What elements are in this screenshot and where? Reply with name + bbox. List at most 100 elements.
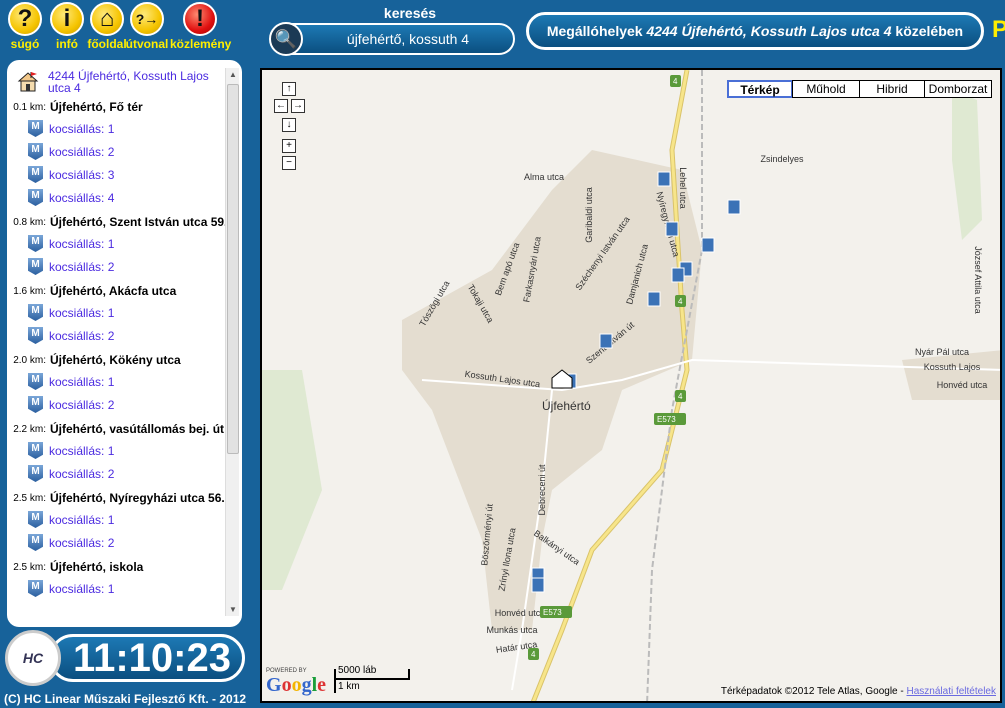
bay-item[interactable]: Mkocsiállás: 2	[7, 393, 229, 416]
scroll-thumb[interactable]	[227, 84, 239, 454]
road-shield-label: 4	[678, 392, 683, 401]
route-icon[interactable]: ?→	[130, 2, 164, 36]
origin-link[interactable]: 4244 Újfehértó, Kossuth Lajos utca 4	[48, 70, 229, 94]
stop-name: Újfehértó, Szent István utca 59.	[50, 215, 228, 229]
home-icon[interactable]: ⌂	[90, 2, 124, 36]
bay-link[interactable]: kocsiállás: 2	[49, 398, 114, 412]
title-place: 4244 Újfehértó, Kossuth Lajos utca 4	[646, 23, 892, 39]
bay-link[interactable]: kocsiállás: 1	[49, 444, 114, 458]
scale-ft: 5000 láb	[338, 665, 377, 676]
bus-stop-icon: M	[28, 373, 43, 390]
stop-item: 2.2 km: Újfehértó, vasútállomás bej. út	[7, 420, 229, 439]
zoom-in-icon[interactable]: +	[282, 139, 296, 153]
cut-off-text: P	[992, 16, 1005, 43]
pan-left-icon[interactable]: ←	[274, 99, 288, 113]
bus-stop-marker	[727, 199, 741, 215]
bay-link[interactable]: kocsiállás: 1	[49, 237, 114, 251]
pan-down-icon[interactable]: ↓	[282, 118, 296, 132]
bay-link[interactable]: kocsiállás: 2	[49, 467, 114, 481]
bay-item[interactable]: Mkocsiállás: 1	[7, 117, 229, 140]
stop-distance: 2.5 km:	[13, 562, 46, 573]
street-label: Debreceni út	[537, 464, 547, 516]
bay-link[interactable]: kocsiállás: 1	[49, 122, 114, 136]
road-shield-label: 4	[673, 77, 678, 86]
zoom-out-icon[interactable]: −	[282, 156, 296, 170]
bay-item[interactable]: Mkocsiállás: 1	[7, 577, 229, 600]
search-input[interactable]: újfehértő, kossuth 4	[303, 31, 513, 47]
stop-item: 2.5 km: Újfehértó, iskola	[7, 558, 229, 577]
bay-item[interactable]: Mkocsiállás: 3	[7, 163, 229, 186]
pan-right-icon[interactable]: →	[291, 99, 305, 113]
info-icon[interactable]: i	[50, 2, 84, 36]
stop-distance: 0.1 km:	[13, 102, 46, 113]
bus-stop-marker	[647, 291, 661, 307]
road-shield-label: 4	[531, 650, 536, 659]
bay-item[interactable]: Mkocsiállás: 1	[7, 370, 229, 393]
bay-item[interactable]: Mkocsiállás: 1	[7, 301, 229, 324]
map-type-3[interactable]: Domborzat	[924, 80, 992, 98]
bay-link[interactable]: kocsiállás: 2	[49, 329, 114, 343]
bus-stop-icon: M	[28, 143, 43, 160]
search-label: keresés	[383, 5, 437, 21]
bay-link[interactable]: kocsiállás: 2	[49, 145, 114, 159]
stop-item: 0.8 km: Újfehértó, Szent István utca 59.	[7, 213, 229, 232]
bay-link[interactable]: kocsiállás: 3	[49, 168, 114, 182]
bay-item[interactable]: Mkocsiállás: 2	[7, 462, 229, 485]
map-attribution: Térképadatok ©2012 Tele Atlas, Google - …	[721, 686, 996, 697]
stop-item: 1.6 km: Újfehértó, Akácfa utca	[7, 282, 229, 301]
bay-link[interactable]: kocsiállás: 1	[49, 513, 114, 527]
stop-name: Újfehértó, Kökény utca	[50, 353, 181, 367]
bus-stop-icon: M	[28, 396, 43, 413]
scroll-down-icon[interactable]: ▼	[226, 605, 240, 614]
bay-item[interactable]: Mkocsiállás: 2	[7, 140, 229, 163]
clock-time: 11:10:23	[49, 634, 245, 682]
bay-item[interactable]: Mkocsiállás: 2	[7, 531, 229, 554]
bay-link[interactable]: kocsiállás: 4	[49, 191, 114, 205]
street-label: Honvéd utca	[937, 380, 988, 390]
bay-item[interactable]: Mkocsiállás: 4	[7, 186, 229, 209]
bay-link[interactable]: kocsiállás: 2	[49, 536, 114, 550]
map-type-0[interactable]: Térkép	[727, 80, 793, 98]
map-type-2[interactable]: Hibrid	[859, 80, 925, 98]
toolbar-button-alert[interactable]: ! közlemény	[170, 2, 231, 51]
search-box[interactable]: 🔍 újfehértő, kossuth 4	[269, 22, 515, 56]
stop-distance: 2.5 km:	[13, 493, 46, 504]
stop-list-panel: 4244 Újfehértó, Kossuth Lajos utca 4 0.1…	[7, 60, 242, 627]
street-label: Alma utca	[524, 172, 564, 182]
origin-item[interactable]: 4244 Újfehértó, Kossuth Lajos utca 4	[7, 70, 229, 94]
bay-link[interactable]: kocsiállás: 1	[49, 582, 114, 596]
stop-name: Újfehértó, Nyíregyházi utca 56.	[50, 491, 225, 505]
stop-distance: 1.6 km:	[13, 286, 46, 297]
bay-link[interactable]: kocsiállás: 2	[49, 260, 114, 274]
alert-icon[interactable]: !	[183, 2, 217, 36]
home-flag-icon	[17, 70, 39, 92]
road-shield-label: E573	[657, 415, 676, 424]
help-icon[interactable]: ?	[8, 2, 42, 36]
bus-stop-icon: M	[28, 120, 43, 137]
bus-stop-marker	[599, 333, 613, 349]
bay-link[interactable]: kocsiállás: 1	[49, 375, 114, 389]
pan-up-icon[interactable]: ↑	[282, 82, 296, 96]
scrollbar[interactable]: ▲ ▼	[225, 68, 239, 616]
bay-item[interactable]: Mkocsiállás: 2	[7, 255, 229, 278]
map-type-control: Térkép Műhold Hibrid Domborzat	[727, 80, 992, 98]
stop-name: Újfehértó, Akácfa utca	[50, 284, 177, 298]
magnifier-icon[interactable]: 🔍	[269, 22, 303, 56]
street-label: József Attila utca	[973, 246, 983, 314]
scroll-up-icon[interactable]: ▲	[226, 70, 240, 79]
toolbar-button-route[interactable]: ?→ útvonal	[126, 2, 168, 51]
map[interactable]: Újfehértó Zsindelyes Alma utca Lehel utca Ny…	[260, 68, 1002, 703]
bay-link[interactable]: kocsiállás: 1	[49, 306, 114, 320]
clock-widget: HC 11:10:23	[5, 630, 245, 686]
bay-item[interactable]: Mkocsiállás: 1	[7, 232, 229, 255]
terms-link[interactable]: Használati feltételek	[907, 686, 997, 697]
stop-name: Újfehértó, Fő tér	[50, 100, 143, 114]
bay-item[interactable]: Mkocsiállás: 1	[7, 439, 229, 462]
bay-item[interactable]: Mkocsiállás: 2	[7, 324, 229, 347]
map-canvas[interactable]: Újfehértó Zsindelyes Alma utca Lehel utca Ny…	[262, 70, 1002, 703]
bay-item[interactable]: Mkocsiállás: 1	[7, 508, 229, 531]
stop-item: 2.0 km: Újfehértó, Kökény utca	[7, 351, 229, 370]
bus-stop-marker	[657, 171, 671, 187]
map-type-1[interactable]: Műhold	[792, 80, 860, 98]
bus-stop-icon: M	[28, 465, 43, 482]
